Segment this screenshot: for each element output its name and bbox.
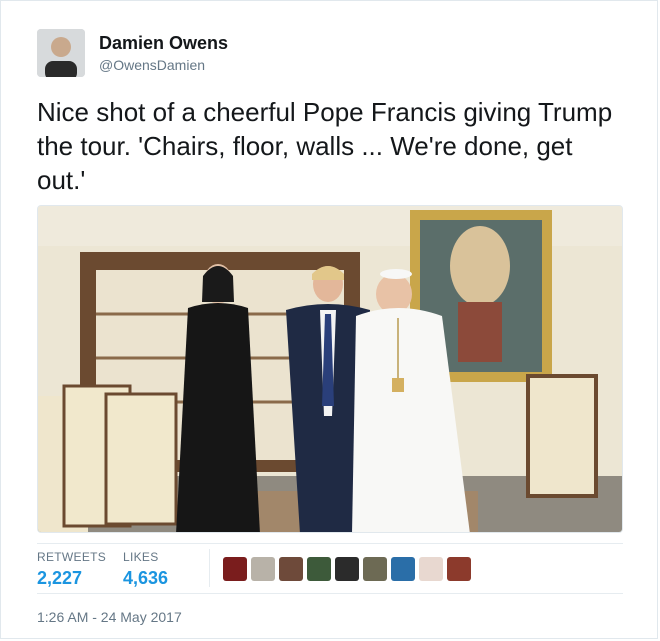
retweets-label: RETWEETS — [37, 550, 107, 564]
likes-stat[interactable]: LIKES 4,636 — [123, 550, 168, 589]
likes-label: LIKES — [123, 550, 159, 564]
liker-avatar[interactable] — [223, 557, 247, 581]
avatar-image — [37, 29, 85, 77]
tweet-photo[interactable] — [37, 205, 623, 533]
liker-avatar[interactable] — [447, 557, 471, 581]
retweets-stat[interactable]: RETWEETS 2,227 — [37, 550, 106, 589]
liker-avatar[interactable] — [279, 557, 303, 581]
retweets-count: 2,227 — [37, 568, 83, 588]
likes-count: 4,636 — [123, 568, 169, 588]
liker-avatars — [223, 557, 471, 581]
timestamp[interactable]: 1:26 AM - 24 May 2017 — [37, 609, 182, 625]
liker-avatar[interactable] — [307, 557, 331, 581]
liker-avatar[interactable] — [363, 557, 387, 581]
liker-avatar[interactable] — [391, 557, 415, 581]
top-separator — [37, 543, 623, 544]
tweet-card: Damien Owens @OwensDamien Nice shot of a… — [0, 0, 658, 639]
liker-avatar[interactable] — [251, 557, 275, 581]
bottom-separator — [37, 593, 623, 594]
stats-divider — [209, 549, 210, 587]
photo-image — [38, 206, 622, 532]
liker-avatar[interactable] — [335, 557, 359, 581]
liker-avatar[interactable] — [419, 557, 443, 581]
author-name[interactable]: Damien Owens — [99, 33, 228, 54]
tweet-text: Nice shot of a cheerful Pope Francis giv… — [37, 97, 613, 195]
avatar[interactable] — [37, 29, 85, 77]
author-handle[interactable]: @OwensDamien — [99, 57, 205, 73]
